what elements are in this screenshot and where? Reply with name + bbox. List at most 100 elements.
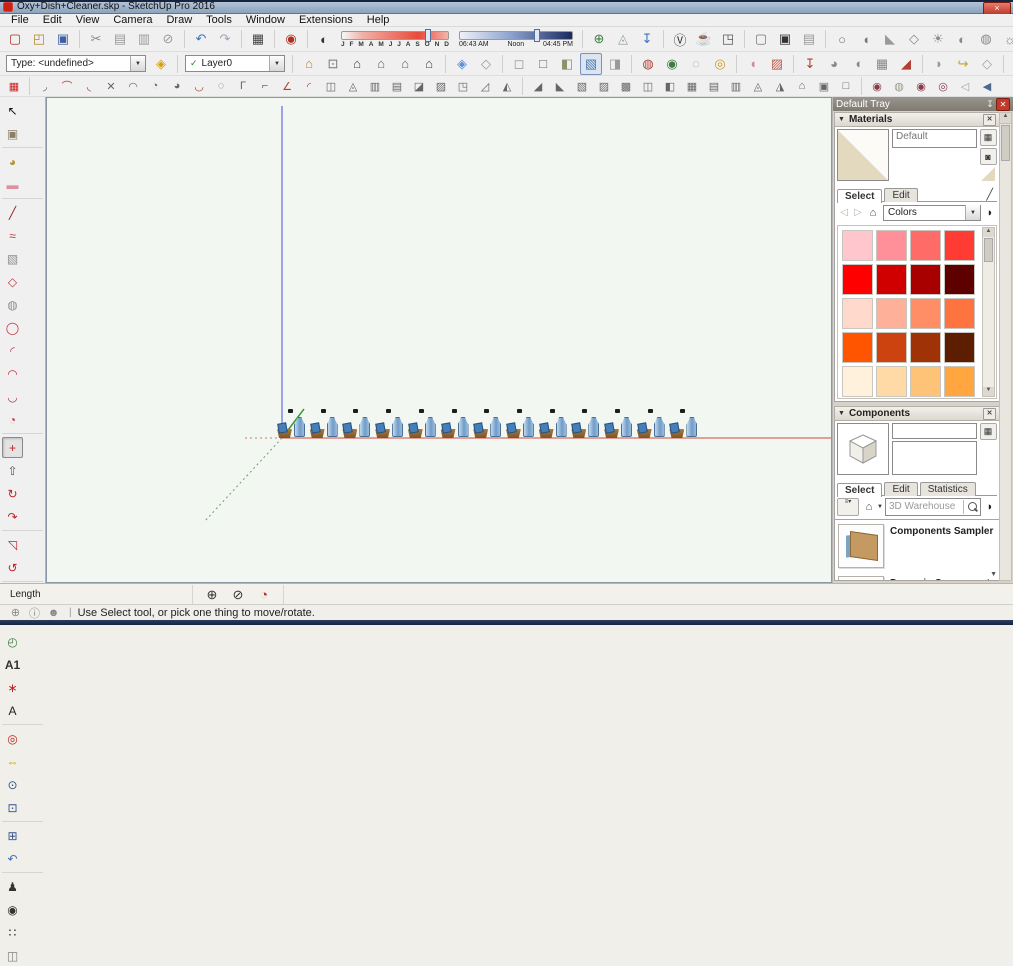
wrap-tool-icon[interactable]: ◇ (976, 53, 998, 75)
add-location-icon[interactable]: ⊕ (588, 28, 610, 50)
push-pull-tool[interactable]: ⇧ (2, 460, 23, 481)
vray-frame-buffer-icon[interactable]: ▢ (750, 28, 772, 50)
shadow-date-slider[interactable]: JFMAMJJASOND (341, 31, 449, 48)
cut-icon[interactable]: ✂ (85, 28, 107, 50)
truss-tool-icon[interactable]: ◫ (638, 77, 658, 96)
shadows-toggle-icon[interactable]: ◐ (313, 28, 335, 50)
tab-edit[interactable]: Edit (884, 482, 917, 496)
zoom-tool[interactable]: ⊙ (2, 774, 23, 795)
helix-tool-icon[interactable]: ◌ (211, 77, 231, 96)
unweld-icon[interactable]: ▨ (431, 77, 451, 96)
iso-view-icon[interactable]: ⌂ (298, 53, 320, 75)
pie-tool[interactable]: ◔ (2, 409, 23, 430)
zoom-window-tool[interactable]: ⊡ (2, 797, 23, 818)
round-corner-icon[interactable]: ◕ (823, 53, 845, 75)
arc-tool[interactable]: ◜ (2, 340, 23, 361)
secondary-pane-icon[interactable]: ▦ (980, 129, 997, 146)
wall-tool-icon[interactable]: ◣ (550, 77, 570, 96)
spiral-tool-icon[interactable]: ◡ (189, 77, 209, 96)
menu-window[interactable]: Window (239, 14, 292, 26)
color-swatch[interactable] (910, 298, 941, 329)
xray-style-icon[interactable]: ◈ (451, 53, 473, 75)
vray-spot-light-icon[interactable]: ◣ (879, 28, 901, 50)
coil-tool-icon[interactable]: ◕ (167, 77, 187, 96)
section-plane-tool[interactable]: ◫ (2, 945, 23, 966)
component-list-item[interactable]: Components Sampler (835, 520, 999, 572)
color-swatch[interactable] (876, 230, 907, 261)
layer-dropdown-arrow[interactable]: ▼ (269, 56, 284, 71)
skin-wire-icon[interactable]: ◌ (685, 53, 707, 75)
offset-tool[interactable]: ↺ (2, 557, 23, 578)
scroll-down-icon[interactable]: ▼ (990, 571, 997, 578)
3d-text-tool[interactable]: A (2, 700, 23, 721)
collection-dropdown-arrow[interactable]: ▼ (965, 205, 980, 220)
back-edges-style-icon[interactable]: ◇ (475, 53, 497, 75)
rotated-rectangle-tool[interactable]: ◇ (2, 271, 23, 292)
vray-half-dome-icon[interactable]: ◐ (951, 28, 973, 50)
purlin-tool-icon[interactable]: ▣ (814, 77, 834, 96)
vray-dome-light-icon[interactable]: ◖ (855, 28, 877, 50)
stairs-tool-icon[interactable]: ▩ (616, 77, 636, 96)
collapse-triangle-icon[interactable]: ▼ (838, 116, 845, 123)
tab-edit[interactable]: Edit (884, 188, 917, 202)
component-name-field[interactable] (892, 423, 977, 439)
bottle-basket-component[interactable] (637, 412, 667, 438)
solid-union-icon[interactable]: ◉ (867, 77, 887, 96)
materials-close-button[interactable]: ✕ (983, 114, 996, 126)
orbit-tool[interactable]: ◎ (2, 728, 23, 749)
enter-north-angle-icon[interactable]: ◔ (252, 585, 276, 605)
color-swatch[interactable] (944, 264, 975, 295)
color-swatch[interactable] (910, 332, 941, 363)
color-swatch[interactable] (944, 298, 975, 329)
create-material-icon[interactable]: ◙ (980, 148, 997, 165)
shape-bender-icon[interactable]: ◖ (847, 53, 869, 75)
shadow-date-bar[interactable] (341, 31, 449, 40)
vray-render-icon[interactable]: Ⓥ (669, 28, 691, 50)
layout-grid-icon[interactable]: ▦ (4, 77, 24, 96)
flip-tool-icon[interactable]: ◿ (475, 77, 495, 96)
layer-combo[interactable]: ✓ Layer0 ▼ (185, 55, 285, 72)
bottle-basket-component[interactable] (539, 412, 569, 438)
top-view-icon[interactable]: ⊡ (322, 53, 344, 75)
axes-tool[interactable]: ∗ (2, 677, 23, 698)
polygon-tool[interactable]: ◯ (2, 317, 23, 338)
monochrome-style-icon[interactable]: ◨ (604, 53, 626, 75)
warehouse-search-box[interactable]: 3D Warehouse (885, 498, 981, 516)
color-swatch[interactable] (876, 298, 907, 329)
lathe-tool-icon[interactable]: ◬ (343, 77, 363, 96)
vray-material-editor-icon[interactable]: ☕ (693, 28, 715, 50)
left-view-icon[interactable]: ⌂ (394, 53, 416, 75)
hatch-tool-icon[interactable]: ▥ (726, 77, 746, 96)
search-icon[interactable] (963, 500, 980, 514)
color-swatch[interactable] (842, 332, 873, 363)
menu-draw[interactable]: Draw (159, 14, 199, 26)
material-name-field[interactable]: Default (892, 129, 977, 148)
menu-tools[interactable]: Tools (199, 14, 239, 26)
roof-tool-icon[interactable]: ◢ (528, 77, 548, 96)
corner-round-icon[interactable]: Γ (233, 77, 253, 96)
component-list-item[interactable]: Dynamic Components Training (835, 572, 999, 581)
shadow-time-handle[interactable] (534, 29, 540, 42)
view-options-icon[interactable]: ≡▾ (837, 498, 859, 516)
tray-close-button[interactable]: ✕ (996, 98, 1010, 111)
gold-cube-1-icon[interactable]: ◧ (1009, 53, 1013, 75)
color-swatch[interactable] (842, 366, 873, 397)
tray-scrollbar[interactable]: ▲ (999, 112, 1012, 581)
walk-tool[interactable]: ∷ (2, 922, 23, 943)
tab-statistics[interactable]: Statistics (920, 482, 976, 496)
component-folder-thumbnail[interactable] (838, 524, 884, 568)
red-plane-tool-icon[interactable]: ◢ (895, 53, 917, 75)
active-material-preview[interactable] (837, 129, 889, 181)
look-around-tool[interactable]: ◉ (2, 899, 23, 920)
menu-camera[interactable]: Camera (106, 14, 159, 26)
sign-in-icon[interactable]: ☻ (45, 605, 62, 620)
pin-icon[interactable]: ↧ (984, 99, 996, 110)
flag-solid-icon[interactable]: ◀ (977, 77, 997, 96)
cladding-tool-icon[interactable]: □ (836, 77, 856, 96)
vray-lock-camera-icon[interactable]: ▤ (798, 28, 820, 50)
vray-rect-light-icon[interactable]: ◇ (903, 28, 925, 50)
color-swatch[interactable] (944, 366, 975, 397)
copy-icon[interactable]: ▤ (109, 28, 131, 50)
bottle-basket-component[interactable] (669, 412, 699, 438)
freehand-tool[interactable]: ≈ (2, 225, 23, 246)
